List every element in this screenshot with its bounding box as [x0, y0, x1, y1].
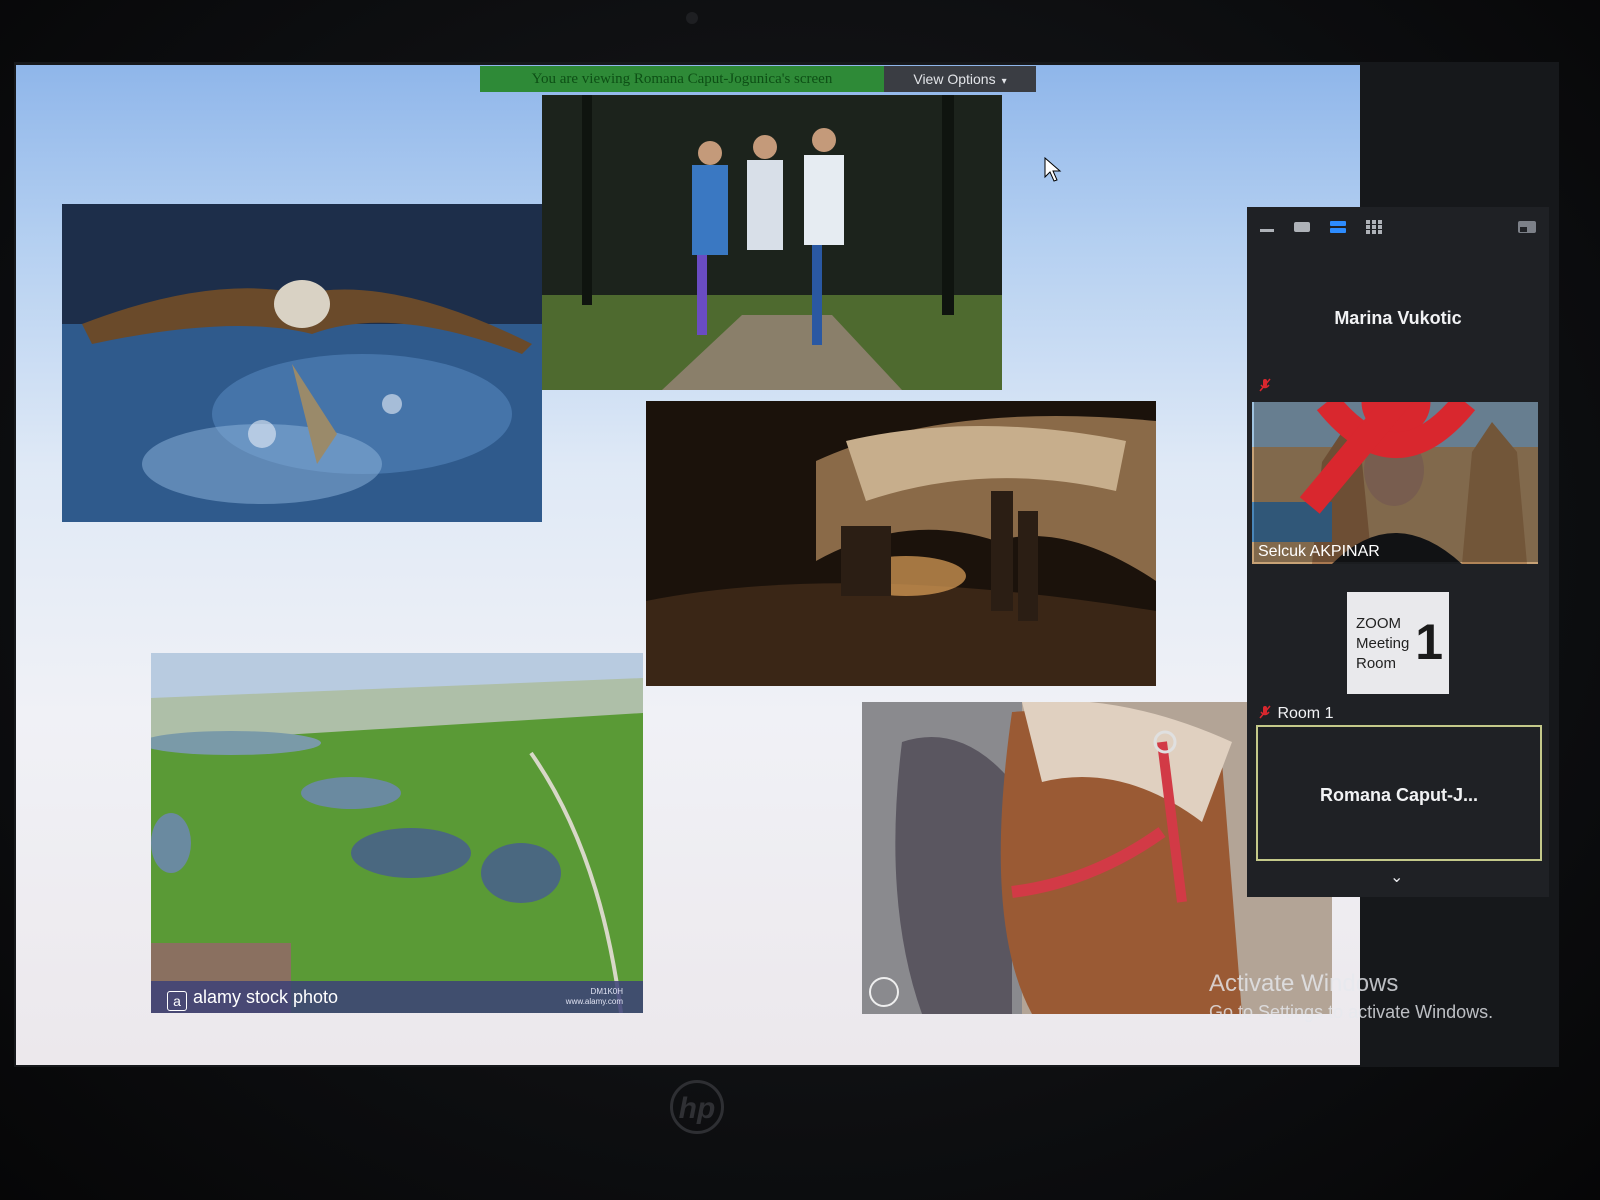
zoom-room-card-text: ZOOM Meeting Room [1356, 614, 1409, 674]
trail-runners-photo [542, 95, 1002, 390]
view-options-button[interactable]: View Options ▾ [884, 66, 1036, 92]
hp-logo: hp [670, 1080, 724, 1134]
laptop-bezel: a alamy stock photo DM1K0H www.alamy.com [0, 0, 1600, 1200]
minimize-icon[interactable] [1259, 220, 1275, 234]
view-options-label: View Options [913, 71, 996, 87]
activate-windows-watermark: Activate Windows Go to Settings to activ… [1209, 970, 1493, 1023]
thumbnail-view-icon[interactable] [1293, 220, 1311, 234]
zoom-room-line: Room [1356, 655, 1397, 672]
mic-muted-icon [1299, 402, 1476, 514]
zoom-room-line: ZOOM [1356, 615, 1401, 632]
mic-muted-icon [1259, 705, 1271, 719]
panel-toolbar [1247, 207, 1549, 247]
alamy-watermark-text: alamy stock photo [193, 987, 339, 1007]
gallery-view-icon[interactable] [1365, 220, 1383, 234]
webcam [686, 12, 698, 24]
cave-photo [646, 401, 1156, 686]
alamy-id-code: DM1K0H [590, 987, 623, 996]
alamy-watermark-bar: a alamy stock photo DM1K0H www.alamy.com [151, 981, 643, 1013]
participants-panel: Marina Vukotic Selcuk AKPINAR ZOOM Meeti… [1247, 207, 1549, 897]
exit-view-icon[interactable] [1517, 220, 1537, 234]
chevron-down-icon: ▾ [1001, 76, 1007, 87]
screen-share-banner: You are viewing Romana Caput-Jogunica's … [480, 66, 884, 92]
speaker-view-icon[interactable] [1329, 220, 1347, 234]
participant-video-selcuk[interactable]: Selcuk AKPINAR [1252, 402, 1538, 564]
participant-tile-romana[interactable]: Romana Caput-J... [1256, 725, 1542, 861]
participant-name-marina: Marina Vukotic [1334, 308, 1462, 328]
participant-name-selcuk: Selcuk AKPINAR [1258, 543, 1380, 560]
zoom-room-number: 1 [1415, 614, 1443, 670]
participant-label-selcuk: Selcuk AKPINAR [1254, 402, 1538, 562]
alamy-site: www.alamy.com [565, 997, 623, 1006]
scroll-down-chevron-icon[interactable]: ⌄ [1390, 867, 1403, 887]
participant-name-room1: Room 1 [1277, 705, 1334, 722]
screen: a alamy stock photo DM1K0H www.alamy.com [14, 62, 1559, 1067]
mic-muted-icon [1259, 378, 1271, 392]
alamy-logo-icon: a [167, 991, 187, 1011]
alamy-id-text: DM1K0H www.alamy.com [566, 987, 623, 1007]
aerial-golf-course-photo: a alamy stock photo DM1K0H www.alamy.com [151, 653, 643, 1013]
zoom-room-line: Meeting [1356, 635, 1410, 652]
participant-name-romana: Romana Caput-J... [1319, 785, 1479, 805]
shared-screen-slide: a alamy stock photo DM1K0H www.alamy.com [16, 65, 1360, 1065]
participant-label-room1: Room 1 [1257, 704, 1333, 723]
osprey-fish-photo [62, 204, 542, 522]
zoom-room-avatar: ZOOM Meeting Room 1 [1347, 592, 1449, 694]
activate-windows-title: Activate Windows [1209, 970, 1399, 997]
activate-windows-subtitle: Go to Settings to activate Windows. [1209, 1002, 1494, 1022]
mouse-pointer-icon [1044, 157, 1062, 182]
